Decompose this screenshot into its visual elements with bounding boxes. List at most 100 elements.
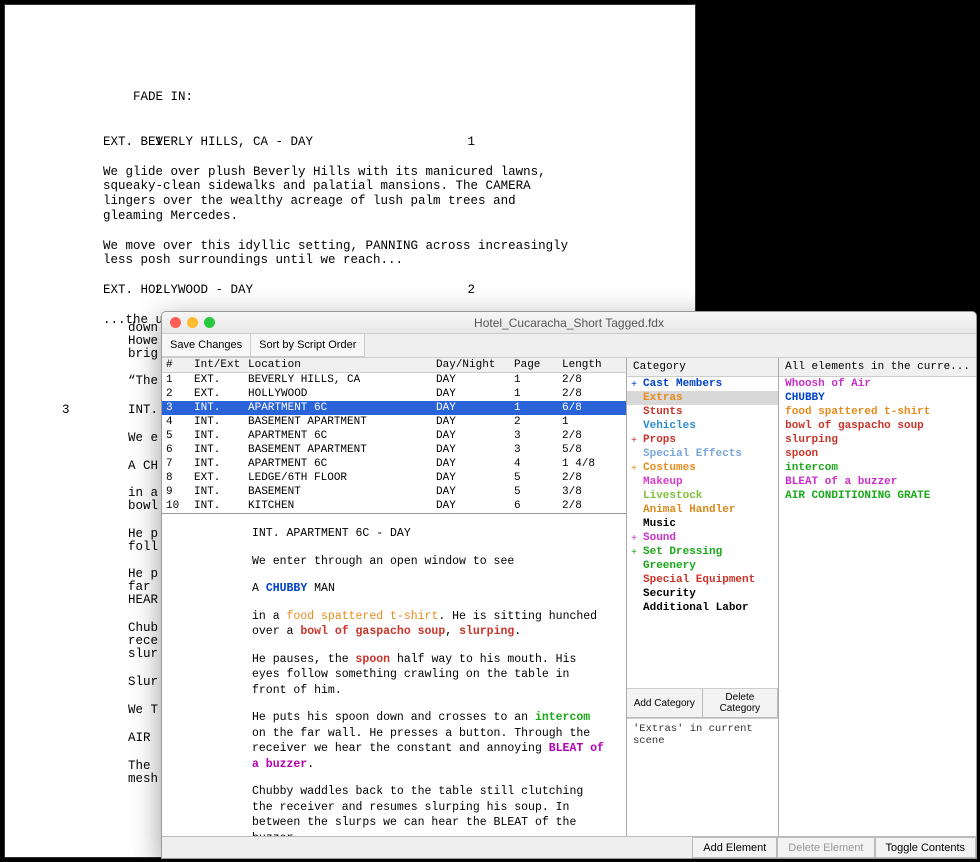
category-label: Greenery: [643, 560, 696, 572]
tagged-set-dressing[interactable]: intercom: [535, 711, 590, 724]
category-item[interactable]: Special Equipment: [627, 573, 778, 587]
category-item[interactable]: Vehicles: [627, 419, 778, 433]
category-item[interactable]: + Sound: [627, 531, 778, 545]
scene-number-left: 2: [155, 283, 163, 298]
script-fragment: AIR: [128, 731, 151, 745]
tagged-prop[interactable]: bowl of gaspacho soup: [300, 625, 445, 638]
scene-row[interactable]: 7INT.APARTMENT 6CDAY41 4/8: [162, 457, 626, 471]
delete-element-button[interactable]: Delete Element: [777, 837, 874, 858]
script-fragment: HEAR: [128, 593, 158, 607]
script-fragment: in a: [128, 486, 158, 500]
scene-heading: INT. APARTMENT 6C - DAY: [252, 526, 608, 542]
element-item[interactable]: AIR CONDITIONING GRATE: [779, 489, 976, 503]
category-label: Additional Labor: [643, 602, 749, 614]
category-item[interactable]: +Set Dressing: [627, 545, 778, 559]
toggle-contents-button[interactable]: Toggle Contents: [875, 837, 977, 858]
category-label: Animal Handler: [643, 504, 735, 516]
category-label: Sound: [643, 532, 676, 544]
category-item[interactable]: Stunts: [627, 405, 778, 419]
col-length: Length: [562, 359, 622, 371]
category-item[interactable]: + Costumes: [627, 461, 778, 475]
tagged-costume[interactable]: food spattered t-shirt: [287, 610, 439, 623]
script-fragment: far: [128, 580, 151, 594]
scene-number-right: 2: [467, 283, 475, 298]
script-fragment: rece: [128, 634, 158, 648]
element-item[interactable]: Whoosh of Air: [779, 377, 976, 391]
category-item[interactable]: Livestock: [627, 489, 778, 503]
category-item[interactable]: + Cast Members: [627, 377, 778, 391]
element-item[interactable]: CHUBBY: [779, 391, 976, 405]
minimize-icon[interactable]: [187, 317, 198, 328]
expand-icon[interactable]: +: [629, 379, 639, 390]
category-label: Extras: [643, 392, 683, 404]
expand-icon[interactable]: +: [629, 547, 639, 558]
script-fragment: brig: [128, 347, 158, 361]
scene-pane: # Int/Ext Location Day/Night Page Length…: [162, 358, 627, 836]
category-item[interactable]: Security: [627, 587, 778, 601]
category-item[interactable]: Animal Handler: [627, 503, 778, 517]
element-item[interactable]: slurping: [779, 433, 976, 447]
script-fragment: foll: [128, 540, 158, 554]
category-label: Costumes: [643, 462, 696, 474]
element-item[interactable]: BLEAT of a buzzer: [779, 475, 976, 489]
element-item[interactable]: intercom: [779, 461, 976, 475]
bottom-bar: Add Element Delete Element Toggle Conten…: [162, 836, 976, 858]
scene-row[interactable]: 1EXT.BEVERLY HILLS, CADAY12/8: [162, 373, 626, 387]
action-text: He puts his spoon down and crosses to an…: [252, 710, 608, 772]
element-item[interactable]: food spattered t-shirt: [779, 405, 976, 419]
scene-row[interactable]: 8EXT.LEDGE/6TH FLOORDAY52/8: [162, 471, 626, 485]
category-item[interactable]: + Props: [627, 433, 778, 447]
window-titlebar[interactable]: Hotel_Cucaracha_Short Tagged.fdx: [162, 312, 976, 334]
scene-row[interactable]: 4INT.BASEMENT APARTMENTDAY21: [162, 415, 626, 429]
category-header: Category: [627, 358, 778, 377]
script-fragment: Chub: [128, 621, 158, 635]
category-label: Cast Members: [643, 378, 722, 390]
element-item[interactable]: bowl of gaspacho soup: [779, 419, 976, 433]
category-item[interactable]: Greenery: [627, 559, 778, 573]
expand-icon[interactable]: +: [629, 533, 639, 544]
action-text: A CHUBBY MAN: [252, 581, 608, 597]
expand-icon[interactable]: +: [629, 463, 639, 474]
col-intext: Int/Ext: [194, 359, 248, 371]
category-item[interactable]: Special Effects: [627, 447, 778, 461]
scene-row[interactable]: 3INT.APARTMENT 6CDAY16/8: [162, 401, 626, 415]
scene-row[interactable]: 6INT.BASEMENT APARTMENTDAY35/8: [162, 443, 626, 457]
elements-list[interactable]: Whoosh of AirCHUBBYfood spattered t-shir…: [779, 377, 976, 836]
zoom-icon[interactable]: [204, 317, 215, 328]
category-list[interactable]: +Cast MembersExtrasStuntsVehicles+PropsS…: [627, 377, 778, 688]
sort-order-button[interactable]: Sort by Script Order: [251, 334, 365, 357]
add-element-button[interactable]: Add Element: [692, 837, 777, 858]
tagged-prop[interactable]: slurping: [459, 625, 514, 638]
window-controls: [170, 317, 215, 328]
category-label: Makeup: [643, 476, 683, 488]
add-category-button[interactable]: Add Category: [627, 689, 703, 718]
delete-category-button[interactable]: Delete Category: [703, 689, 779, 718]
category-label: Props: [643, 434, 676, 446]
scene-row[interactable]: 10INT.KITCHENDAY62/8: [162, 499, 626, 513]
col-location: Location: [248, 359, 436, 371]
elements-header: All elements in the curre...: [779, 358, 976, 377]
category-note: 'Extras' in current scene: [627, 718, 778, 836]
save-changes-button[interactable]: Save Changes: [162, 334, 251, 357]
close-icon[interactable]: [170, 317, 181, 328]
scene-row[interactable]: 9INT.BASEMENTDAY53/8: [162, 485, 626, 499]
category-item[interactable]: Music: [627, 517, 778, 531]
expand-icon[interactable]: +: [629, 435, 639, 446]
category-label: Stunts: [643, 406, 683, 418]
action-text: in a food spattered t-shirt. He is sitti…: [252, 609, 608, 640]
scene-content[interactable]: INT. APARTMENT 6C - DAY We enter through…: [162, 514, 626, 836]
category-item[interactable]: Extras: [627, 391, 778, 405]
script-fragment: We e: [128, 431, 158, 445]
scene-row[interactable]: 2EXT.HOLLYWOODDAY12/8: [162, 387, 626, 401]
action-text: We enter through an open window to see: [252, 554, 608, 570]
scene-heading: EXT. BEVERLY HILLS, CA - DAY: [103, 135, 605, 150]
scene-list-header: # Int/Ext Location Day/Night Page Length: [162, 358, 626, 373]
tagged-cast[interactable]: CHUBBY: [266, 582, 307, 595]
element-item[interactable]: spoon: [779, 447, 976, 461]
tagged-prop[interactable]: spoon: [356, 653, 391, 666]
scene-row[interactable]: 5INT.APARTMENT 6CDAY32/8: [162, 429, 626, 443]
col-daynight: Day/Night: [436, 359, 514, 371]
scene-list[interactable]: # Int/Ext Location Day/Night Page Length…: [162, 358, 626, 514]
category-item[interactable]: Makeup: [627, 475, 778, 489]
category-item[interactable]: Additional Labor: [627, 601, 778, 615]
